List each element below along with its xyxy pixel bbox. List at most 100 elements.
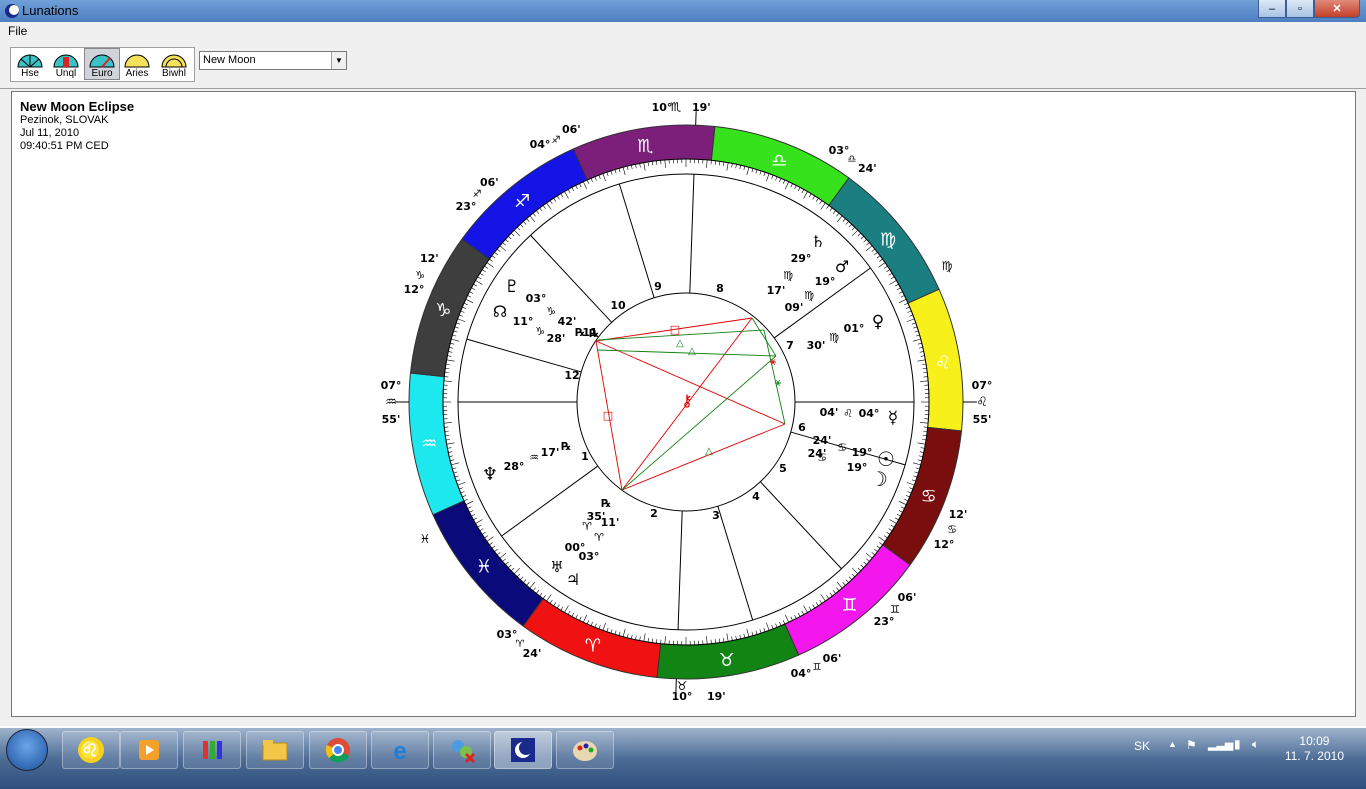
internet-explorer-icon: e xyxy=(393,738,406,764)
house-number: 1 xyxy=(581,450,589,463)
cusp-ic-sign: ♉ xyxy=(677,679,688,693)
planet-position-text: ℞ xyxy=(561,440,571,453)
planet-glyph-neptune: ♆ xyxy=(482,464,498,485)
planet-position-text: 03° xyxy=(526,292,547,305)
sign-glyph: ♌ xyxy=(935,352,951,373)
trine-aspect-glyph: △ xyxy=(676,338,684,349)
planet-position-text: ℞ xyxy=(589,327,599,340)
cusp-2-deg: 03° xyxy=(497,628,518,641)
flag-icon[interactable]: ⚑ xyxy=(1186,738,1197,752)
house-number: 4 xyxy=(752,490,760,503)
house-number: 2 xyxy=(650,507,658,520)
clock[interactable]: 10:09 11. 7. 2010 xyxy=(1285,734,1344,764)
taskbar-app-lunations[interactable] xyxy=(494,731,552,769)
planet-glyph-mercury: ☿ xyxy=(888,408,898,428)
square-aspect-glyph: □ xyxy=(670,323,680,336)
planet-glyph-saturn: ♄ xyxy=(811,232,825,251)
planet-position-text: 29° xyxy=(791,252,812,265)
folder-icon xyxy=(262,740,288,761)
battery-icon[interactable]: ▮ xyxy=(1234,737,1241,751)
planet-position-text: 11° xyxy=(513,315,534,328)
sign-glyph: ♓ xyxy=(476,557,492,578)
language-indicator[interactable]: SK xyxy=(1134,739,1150,753)
planet-position-text: 17' xyxy=(541,446,560,459)
house-number: 7 xyxy=(786,339,794,352)
planet-position-text: ♋ xyxy=(837,441,847,454)
planet-position-text: 09' xyxy=(785,301,804,314)
planet-position-text: 28° xyxy=(504,460,525,473)
house-number: 10 xyxy=(610,299,626,312)
taskbar-app-tools[interactable] xyxy=(183,731,241,769)
center-glyph: ⚷ xyxy=(681,391,693,410)
sign-glyph: ♊ xyxy=(842,595,858,616)
taskbar-app-paint[interactable] xyxy=(556,731,614,769)
planet-position-text: ♌ xyxy=(843,407,853,420)
house-number: 8 xyxy=(716,282,724,295)
cusp-11-min: 06' xyxy=(562,123,581,136)
sextile-aspect-glyph: ⚹ xyxy=(775,376,782,389)
cusp-asc-sign: ♒ xyxy=(385,395,397,410)
planet-position-text: 17' xyxy=(767,284,786,297)
sign-glyph: ♋ xyxy=(921,486,937,507)
sextile-aspect-glyph: ⚹ xyxy=(770,355,777,368)
taskbar-app-network[interactable] xyxy=(433,731,491,769)
cusp-11-sign: ♐ xyxy=(552,135,561,146)
house-number: 9 xyxy=(654,280,662,293)
cusp-mc-sign: ♏ xyxy=(671,100,682,114)
planet-position-text: ℞ xyxy=(601,497,611,510)
planet-glyph-moon: ☽ xyxy=(870,467,888,491)
cusp-12-deg: 12° xyxy=(404,283,425,296)
planet-glyph-jupiter: ♃ xyxy=(566,570,580,589)
planet-position-text: ℞ xyxy=(575,326,585,339)
planet-position-text: 19° xyxy=(852,446,873,459)
sign-glyph: ♒ xyxy=(421,434,437,455)
house-number: 6 xyxy=(798,421,806,434)
cusp-2-min: 24' xyxy=(523,647,542,660)
taskbar-app-chrome[interactable] xyxy=(309,731,367,769)
cusp-ic-min: 19' xyxy=(707,690,726,703)
taskbar-app-media[interactable] xyxy=(120,731,178,769)
taskbar-app-astro[interactable]: ♌ xyxy=(62,731,120,769)
planet-glyph-north-node: ☊ xyxy=(493,302,507,321)
planet-position-text: 24' xyxy=(808,447,827,460)
planet-position-text: ♑ xyxy=(546,305,556,318)
planet-glyph-venus: ♀ xyxy=(872,312,884,332)
house-number: 3 xyxy=(712,509,720,522)
chrome-icon xyxy=(325,738,350,763)
moon-icon xyxy=(511,738,535,762)
cusp-desc-deg: 07° xyxy=(972,379,993,392)
cusp-gem-min: 06' xyxy=(898,591,917,604)
start-button[interactable] xyxy=(6,729,48,771)
test-tubes-icon xyxy=(203,741,222,759)
planet-position-text: 04' xyxy=(820,406,839,419)
sign-glyph: ♐ xyxy=(514,191,530,212)
cusp-5-min: 12' xyxy=(949,508,968,521)
taskbar-app-ie[interactable]: e xyxy=(371,731,429,769)
planet-position-text: ♍ xyxy=(783,269,793,282)
planet-position-text: 28' xyxy=(547,332,566,345)
planet-position-text: ♍ xyxy=(804,289,814,302)
volume-icon[interactable]: 🔈︎ xyxy=(1252,737,1259,752)
cusp-5-deg: 12° xyxy=(934,538,955,551)
taskbar-app-explorer[interactable] xyxy=(246,731,304,769)
square-aspect-glyph: □ xyxy=(603,409,613,422)
cusp-4-deg: 04° xyxy=(791,667,812,680)
cusp-4-min: 06' xyxy=(823,652,842,665)
media-player-icon xyxy=(139,740,159,760)
planet-glyph-mars: ♂ xyxy=(835,257,849,276)
tray-expand-icon[interactable]: ▲ xyxy=(1168,739,1177,749)
cusp-gem-deg: 23° xyxy=(874,615,895,628)
signal-icon[interactable]: ▂▃▅ xyxy=(1208,738,1233,751)
planet-glyph-uranus: ♅ xyxy=(550,558,563,576)
cusp-asc-min: 55' xyxy=(382,413,401,426)
planet-position-text: 24' xyxy=(813,434,832,447)
cusp-pisces-sign: ♓ xyxy=(420,532,431,546)
sign-glyph: ♎ xyxy=(771,150,787,171)
sign-glyph: ♏ xyxy=(637,136,653,157)
planet-position-text: 04° xyxy=(859,407,880,420)
cusp-8-sign: ♎ xyxy=(848,154,857,165)
planet-position-text: 11' xyxy=(601,516,620,529)
cusp-sag-sign: ♐ xyxy=(473,189,482,200)
cusp-mc-min: 19' xyxy=(692,101,711,114)
cusp-asc-deg: 07° xyxy=(381,379,402,392)
